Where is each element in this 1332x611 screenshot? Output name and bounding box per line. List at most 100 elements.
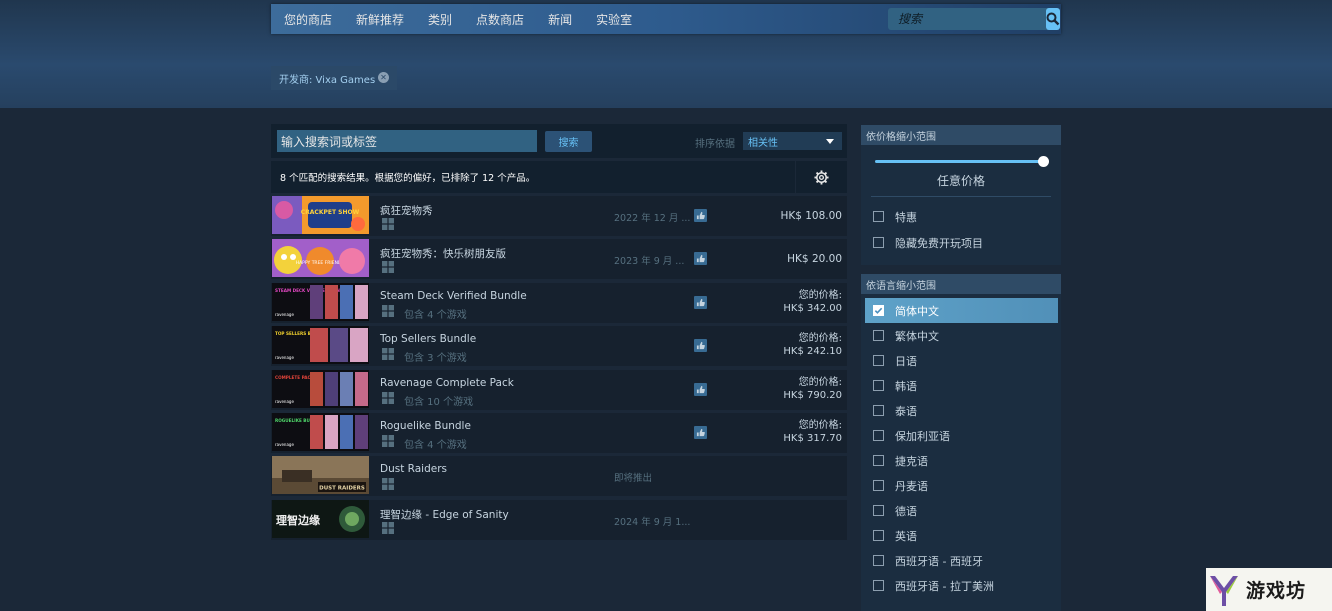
- store-navbar: 您的商店 新鲜推荐 类别 点数商店 新闻 实验室: [271, 4, 1061, 34]
- release-date: 2024 年 9 月 1...: [614, 516, 691, 528]
- release-date: 2022 年 12 月 ...: [614, 213, 691, 224]
- search-term-input[interactable]: 输入搜索词或标签: [277, 130, 537, 152]
- game-capsule-image: 理智边缘: [272, 499, 369, 538]
- search-button[interactable]: [1046, 8, 1060, 30]
- checkbox[interactable]: [873, 455, 884, 466]
- checkbox[interactable]: [873, 211, 884, 222]
- result-title: 理智边缘 - Edge of Sanity: [380, 508, 509, 521]
- windows-icon: [382, 348, 394, 361]
- review-positive-icon: [694, 425, 707, 439]
- sort-value: 相关性: [748, 137, 778, 149]
- divider: [871, 196, 1051, 197]
- language-label: 西班牙语 - 西班牙: [895, 554, 983, 568]
- result-row[interactable]: CRACKPET SHOW 疯狂宠物秀 2022 年 12 月 ... HK$ …: [271, 196, 847, 236]
- windows-icon: [382, 521, 394, 534]
- language-option[interactable]: 繁体中文: [865, 323, 1058, 348]
- windows-icon: [382, 304, 394, 317]
- sort-label: 排序依据: [695, 139, 735, 150]
- game-capsule-image: DUST RAIDERS: [272, 456, 369, 495]
- filter-label: 隐藏免费开玩项目: [895, 236, 983, 250]
- checkbox[interactable]: [873, 580, 884, 591]
- result-title: Steam Deck Verified Bundle: [380, 289, 527, 302]
- windows-icon: [382, 478, 394, 491]
- language-option[interactable]: 西班牙语 - 西班牙: [865, 548, 1058, 573]
- language-option[interactable]: 西班牙语 - 拉丁美洲: [865, 573, 1058, 598]
- result-title: Dust Raiders: [380, 463, 447, 476]
- checkbox-checked[interactable]: [873, 305, 884, 316]
- result-price: HK$ 20.00: [787, 253, 842, 266]
- price-value: HK$ 317.70: [783, 432, 842, 444]
- language-option[interactable]: 日语: [865, 348, 1058, 373]
- capsule-text: CRACKPET SHOW: [301, 209, 360, 216]
- price-slider-track[interactable]: [875, 160, 1045, 163]
- checkbox[interactable]: [873, 355, 884, 366]
- language-option-schinese[interactable]: 简体中文: [865, 298, 1058, 323]
- result-price: 您的价格: HK$ 242.10: [783, 332, 842, 358]
- windows-icon: [382, 434, 394, 447]
- your-price-label: 您的价格:: [798, 333, 842, 345]
- nav-points-shop[interactable]: 点数商店: [464, 4, 536, 34]
- sort-dropdown[interactable]: 相关性: [743, 132, 842, 150]
- language-option[interactable]: 德语: [865, 498, 1058, 523]
- checkbox[interactable]: [873, 530, 884, 541]
- language-option[interactable]: 泰语: [865, 398, 1058, 423]
- search-results-list: CRACKPET SHOW 疯狂宠物秀 2022 年 12 月 ... HK$ …: [271, 196, 847, 543]
- result-row[interactable]: TOP SELLERS BUNDLE ravenage Top Sellers …: [271, 326, 847, 367]
- nav-labs[interactable]: 实验室: [584, 4, 644, 34]
- nav-new-noteworthy[interactable]: 新鲜推荐: [344, 4, 416, 34]
- result-row[interactable]: 理智边缘 理智边缘 - Edge of Sanity 2024 年 9 月 1.…: [271, 499, 847, 540]
- result-row[interactable]: COMPLETE PACK ravenage Ravenage Complete…: [271, 369, 847, 410]
- result-row[interactable]: ROGUELIKE BUNDLE ravenage Roguelike Bund…: [271, 412, 847, 453]
- language-option[interactable]: 丹麦语: [865, 473, 1058, 498]
- bundle-item-count: 包含 10 个游戏: [404, 396, 474, 408]
- results-summary: 8 个匹配的搜索结果。根据您的偏好，已排除了 12 个产品。: [280, 173, 536, 184]
- result-row[interactable]: HAPPY TREE FRIENDS 疯狂宠物秀：快乐树朋友版 2023 年 9…: [271, 239, 847, 280]
- language-filter-panel: 依语言缩小范围 简体中文 繁体中文 日语 韩语 泰语 保加利亚语 捷克语 丹麦语…: [861, 274, 1061, 611]
- nav-your-store[interactable]: 您的商店: [271, 4, 344, 34]
- checkmark-icon: [874, 307, 883, 314]
- result-title: Roguelike Bundle: [380, 419, 471, 432]
- checkbox[interactable]: [873, 430, 884, 441]
- checkbox[interactable]: [873, 405, 884, 416]
- store-search-input[interactable]: [888, 8, 1046, 30]
- checkbox[interactable]: [873, 505, 884, 516]
- checkbox[interactable]: [873, 330, 884, 341]
- bundle-capsule-image: ROGUELIKE BUNDLE ravenage: [272, 412, 369, 451]
- result-row[interactable]: STEAM DECK VERIFIED BUNDLE ravenage Stea…: [271, 282, 847, 323]
- result-title: Top Sellers Bundle: [380, 333, 477, 346]
- capsule-publisher: ravenage: [275, 399, 294, 404]
- capsule-text: DUST RAIDERS: [319, 486, 365, 492]
- developer-filter-label: 开发商: Vixa Games: [279, 74, 376, 86]
- capsule-text: COMPLETE PACK: [275, 375, 315, 380]
- language-filter-header: 依语言缩小范围: [861, 274, 1061, 294]
- checkbox[interactable]: [873, 480, 884, 491]
- windows-icon: [382, 391, 394, 404]
- capsule-publisher: ravenage: [275, 355, 294, 360]
- result-price: 您的价格: HK$ 317.70: [783, 419, 842, 445]
- result-row[interactable]: DUST RAIDERS Dust Raiders 即将推出: [271, 456, 847, 497]
- bundle-capsule-image: TOP SELLERS BUNDLE ravenage: [272, 326, 369, 365]
- checkbox[interactable]: [873, 380, 884, 391]
- price-value: HK$ 242.10: [783, 346, 842, 358]
- checkbox[interactable]: [873, 237, 884, 248]
- price-value: HK$ 342.00: [783, 302, 842, 314]
- remove-filter-icon[interactable]: ✕: [378, 72, 389, 83]
- language-label: 德语: [895, 504, 917, 518]
- display-settings-button[interactable]: [795, 161, 847, 193]
- filter-specials[interactable]: 特惠: [865, 204, 1058, 229]
- checkbox[interactable]: [873, 555, 884, 566]
- review-positive-icon: [694, 382, 707, 396]
- search-submit-button[interactable]: 搜索: [545, 131, 592, 152]
- game-capsule-image: HAPPY TREE FRIENDS: [272, 239, 369, 278]
- nav-categories[interactable]: 类别: [416, 4, 464, 34]
- language-option[interactable]: 英语: [865, 523, 1058, 548]
- price-slider-handle[interactable]: [1038, 156, 1049, 167]
- your-price-label: 您的价格:: [798, 289, 842, 301]
- price-filter-header: 依价格缩小范围: [861, 125, 1061, 145]
- site-watermark: 游戏坊: [1206, 568, 1332, 611]
- filter-hide-free[interactable]: 隐藏免费开玩项目: [865, 230, 1058, 255]
- language-option[interactable]: 捷克语: [865, 448, 1058, 473]
- nav-news[interactable]: 新闻: [536, 4, 584, 34]
- language-option[interactable]: 韩语: [865, 373, 1058, 398]
- language-option[interactable]: 保加利亚语: [865, 423, 1058, 448]
